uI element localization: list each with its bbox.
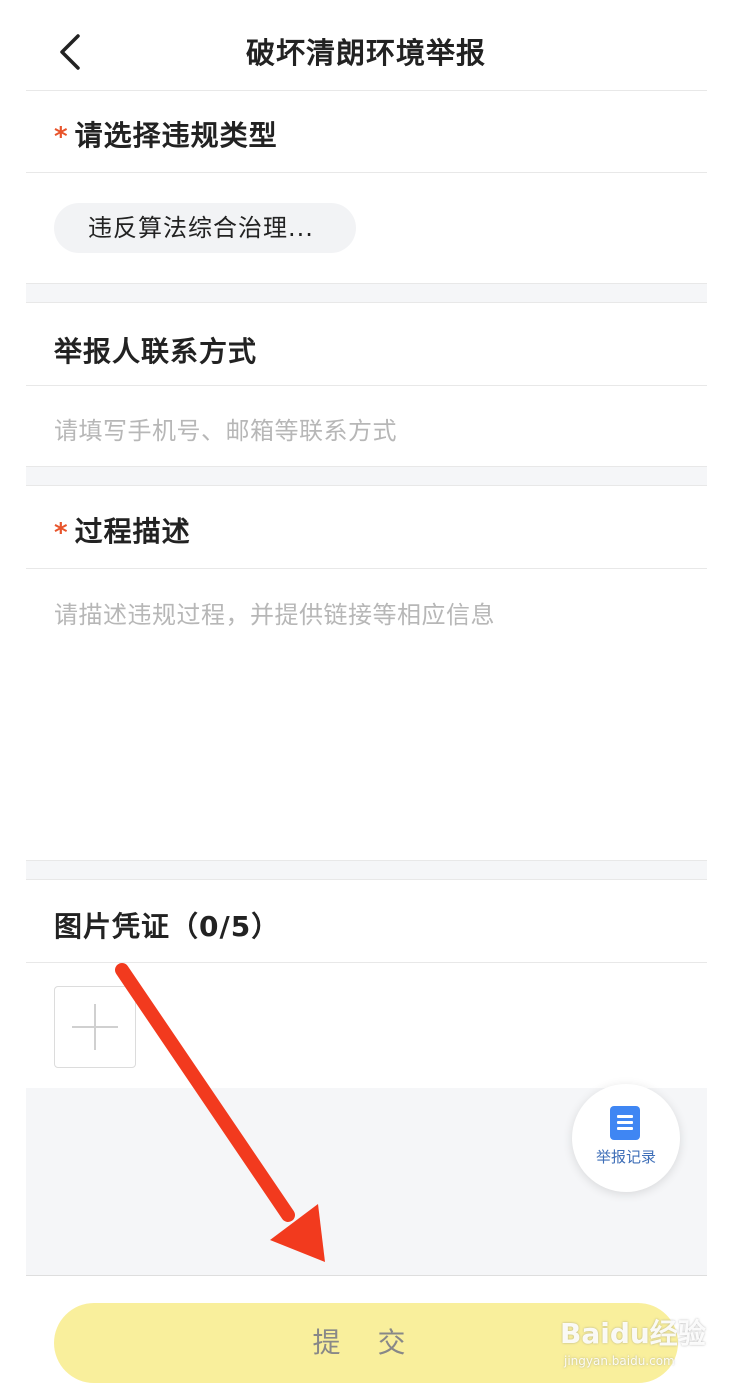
baidu-watermark: Baidu经验 jingyan.baidu.com bbox=[560, 1306, 720, 1380]
evidence-title: 图片凭证（0/5） bbox=[54, 910, 281, 943]
contact-title: 举报人联系方式 bbox=[54, 335, 258, 368]
section-divider bbox=[26, 568, 707, 569]
required-mark: * bbox=[54, 122, 69, 152]
bottom-divider bbox=[26, 1275, 707, 1276]
violation-type-title: * 请选择违规类型 bbox=[54, 114, 278, 154]
watermark-logo: Baidu经验 bbox=[560, 1317, 706, 1350]
section-gap bbox=[26, 466, 707, 486]
section-divider bbox=[26, 172, 707, 173]
nav-bar: 破坏清朗环境举报 bbox=[0, 0, 732, 90]
description-label: 过程描述 bbox=[74, 515, 191, 548]
report-page: 破坏清朗环境举报 * 请选择违规类型 违反算法综合治理... 举报人联系方式 请填… bbox=[0, 0, 732, 1386]
section-gap bbox=[26, 860, 707, 880]
report-record-button[interactable]: 举报记录 bbox=[572, 1084, 680, 1192]
contact-input[interactable]: 请填写手机号、邮箱等联系方式 bbox=[54, 411, 674, 445]
report-record-label: 举报记录 bbox=[595, 1148, 656, 1166]
header-divider bbox=[26, 90, 707, 91]
watermark-url: jingyan.baidu.com bbox=[564, 1354, 675, 1368]
add-image-button[interactable] bbox=[54, 986, 136, 1068]
required-mark: * bbox=[54, 518, 69, 548]
section-gap bbox=[26, 283, 707, 303]
page-title: 破坏清朗环境举报 bbox=[245, 36, 486, 70]
violation-type-label: 请选择违规类型 bbox=[74, 119, 278, 152]
description-textarea[interactable]: 请描述违规过程，并提供链接等相应信息 bbox=[54, 595, 694, 845]
description-title: * 过程描述 bbox=[54, 510, 191, 550]
document-icon bbox=[610, 1106, 640, 1140]
violation-type-chip[interactable]: 违反算法综合治理... bbox=[54, 203, 356, 253]
section-divider bbox=[26, 385, 707, 386]
section-divider bbox=[26, 962, 707, 963]
